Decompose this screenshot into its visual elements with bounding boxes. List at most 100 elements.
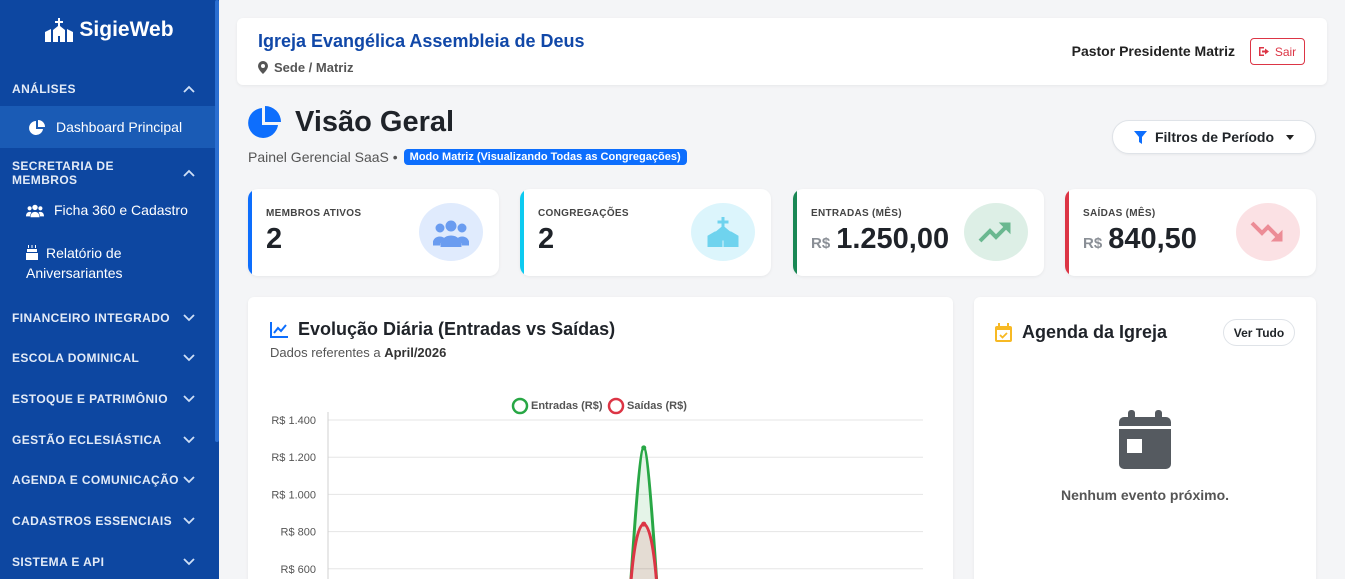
kpi-value-wrap: R$ 1.250,00 [811,223,949,256]
map-pin-icon [258,61,268,74]
series-point [641,521,647,527]
cake-icon [26,245,38,260]
page-subtitle: Painel Gerencial SaaS • Modo Matriz (Vis… [248,149,687,165]
sidebar-scrollbar[interactable] [215,0,219,442]
sign-out-icon [1258,47,1269,56]
trend-up-icon [978,222,1011,243]
kpi-value: 2 [266,223,283,255]
kpi-icon-circle [964,203,1028,261]
kpi-value: 840,50 [1108,223,1197,255]
kpi-value-wrap: R$ 840,50 [1083,223,1197,256]
user-name: Pastor Presidente Matriz [1071,43,1235,59]
kpi-accent-bar [520,189,524,276]
section-label: FINANCEIRO INTEGRADO [12,311,170,325]
sidebar-item-label: Ficha 360 e Cadastro [54,202,188,218]
sidebar-section[interactable]: GESTÃO ECLESIÁSTICA [0,431,219,449]
legend-marker [607,397,625,415]
kpi-accent-bar [248,189,252,276]
trend-down-icon [1250,221,1283,242]
agenda-card: Agenda da Igreja Ver Tudo Nenhum evento … [974,297,1316,579]
chart-line-icon [270,321,288,338]
location-label: Sede / Matriz [274,60,354,75]
series-point [641,445,647,451]
sidebar: SigieWeb ANÁLISES Dashboard Principal SE… [0,0,219,579]
kpi-value: 2 [538,223,555,255]
section-label: ANÁLISES [12,82,76,96]
church-name: Igreja Evangélica Assembleia de Deus [258,31,585,51]
kpi-accent-bar [793,189,797,276]
kpi-currency: R$ [811,235,831,252]
filter-icon [1133,130,1147,144]
sidebar-section[interactable]: SISTEMA E API [0,553,219,571]
chevron-down-icon [183,314,195,322]
chevron-up-icon [183,85,195,93]
filter-label: Filtros de Período [1154,129,1274,145]
section-label: ESTOQUE E PATRIMÔNIO [12,392,169,406]
chevron-down-icon [183,395,195,403]
y-tick-label: R$ 1.000 [271,489,316,501]
section-label: AGENDA E COMUNICAÇÃO [12,473,179,487]
sidebar-item-label: Dashboard Principal [56,119,183,135]
section-label: SECRETARIA DE MEMBROS [12,159,114,187]
chart-pie-icon [29,120,45,135]
sidebar-item-dashboard[interactable]: Dashboard Principal [0,106,215,148]
y-tick-label: R$ 600 [281,564,316,576]
kpi-value: 1.250,00 [836,223,950,255]
chart-subtitle: Dados referentes a April/2026 [270,345,446,360]
sidebar-section[interactable]: ESCOLA DOMINICAL [0,349,219,367]
see-all-button[interactable]: Ver Tudo [1223,319,1295,346]
chart-title: Evolução Diária (Entradas vs Saídas) [270,319,615,340]
page-title-row: Visão Geral [248,106,454,139]
chevron-up-icon [183,169,195,177]
header-card: Igreja Evangélica Assembleia de Deus Sed… [237,18,1327,85]
caret-down-icon [1286,134,1294,140]
legend-marker [511,397,529,415]
y-tick-label: R$ 1.200 [271,452,316,464]
page-title: Visão Geral [295,106,455,138]
legend-label: Entradas (R$) [531,400,603,412]
chevron-down-icon [183,354,195,362]
legend-label: Saídas (R$) [627,400,687,412]
users-icon [26,204,44,218]
kpi-label: CONGREGAÇÕES [538,208,629,219]
agenda-empty-message: Nenhum evento próximo. [1060,487,1230,503]
brand[interactable]: SigieWeb [0,0,219,60]
subtitle-text: Painel Gerencial SaaS • [248,149,398,165]
kpi-card: SAÍDAS (MÊS) R$ 840,50 [1065,189,1316,276]
chevron-down-icon [183,517,195,525]
sidebar-section[interactable]: ESTOQUE E PATRIMÔNIO [0,390,219,408]
chevron-down-icon [183,476,195,484]
logout-label: Sair [1274,44,1297,59]
chevron-down-icon [183,558,195,566]
users-icon [433,220,469,247]
section-label: ESCOLA DOMINICAL [12,351,140,365]
sidebar-section[interactable]: CADASTROS ESSENCIAIS [0,512,219,530]
y-tick-label: R$ 1.400 [271,415,316,427]
agenda-title-text: Agenda da Igreja [1022,322,1168,342]
sidebar-section[interactable]: FINANCEIRO INTEGRADO [0,309,219,327]
kpi-icon-circle [691,203,755,261]
kpi-card: MEMBROS ATIVOS 2 [248,189,499,276]
kpi-accent-bar [1065,189,1069,276]
sidebar-section[interactable]: AGENDA E COMUNICAÇÃO [0,471,219,489]
logout-button[interactable]: Sair [1250,38,1305,65]
kpi-card: ENTRADAS (MÊS) R$ 1.250,00 [793,189,1044,276]
church-icon [707,217,739,247]
kpi-value-wrap: 2 [266,223,282,256]
church-location: Sede / Matriz [258,60,353,75]
chart-sub-period: April/2026 [384,345,447,360]
brand-name: SigieWeb [79,18,174,41]
sidebar-item-ficha[interactable]: Ficha 360 e Cadastro [26,202,216,219]
section-label: CADASTROS ESSENCIAIS [12,514,173,528]
calendar-check-icon [995,323,1012,342]
sidebar-item-aniversariantes[interactable]: Relatório de Aniversariantes [26,243,191,283]
kpi-card: CONGREGAÇÕES 2 [520,189,771,276]
agenda-title: Agenda da Igreja [995,322,1167,343]
chart-pie-icon [248,106,281,138]
period-filter-button[interactable]: Filtros de Período [1112,120,1316,154]
y-tick-label: R$ 800 [281,527,316,539]
sidebar-section-secretaria[interactable]: SECRETARIA DE MEMBROS [0,159,219,187]
kpi-label: SAÍDAS (MÊS) [1083,208,1156,219]
kpi-icon-circle [419,203,483,261]
chart-sub-prefix: Dados referentes a [270,345,381,360]
